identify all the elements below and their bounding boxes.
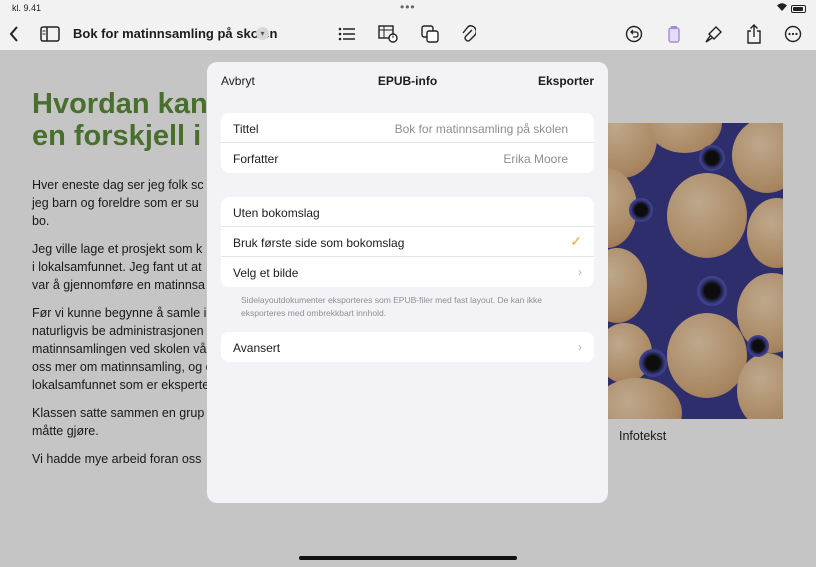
document-title[interactable]: Bok for matinnsamling på skolen [73,26,277,41]
chevron-down-icon[interactable]: ▾ [256,27,269,40]
checkmark-icon: ✓ [570,233,582,249]
toolbar: Bok for matinnsamling på skolen ▾ [0,18,816,50]
epub-info-dialog: Avbryt EPUB-info Eksporter Tittel Bok fo… [207,62,608,503]
color-icon[interactable] [662,22,686,46]
author-field[interactable]: Forfatter Erika Moore [221,143,594,173]
advanced-label: Avansert [233,341,281,355]
cover-options-group: Uten bokomslag Bruk første side som boko… [221,197,594,287]
author-input[interactable]: Erika Moore [503,152,568,166]
more-icon[interactable] [781,22,805,46]
battery-icon [791,5,806,13]
advanced-row[interactable]: Avansert › [221,332,594,362]
option-choose-image[interactable]: Velg et bilde › [221,257,594,287]
title-label: Tittel [233,122,259,136]
paperclip-icon[interactable] [457,22,481,46]
sidebar-icon[interactable] [38,22,62,46]
option-first-page-cover[interactable]: Bruk første side som bokomslag ✓ [221,227,594,257]
author-label: Forfatter [233,152,279,166]
option-label: Bruk første side som bokomslag [233,236,405,250]
status-time: kl. 9.41 [12,3,42,13]
paintbrush-icon[interactable] [702,22,726,46]
list-icon[interactable] [335,22,359,46]
export-button[interactable]: Eksporter [538,74,594,88]
shapes-icon[interactable] [418,22,442,46]
advanced-group: Avansert › [221,332,594,362]
undo-icon[interactable] [622,22,646,46]
chevron-right-icon: › [578,340,582,354]
status-bar: kl. 9.41 ••• [0,0,816,18]
option-label: Velg et bilde [233,266,299,280]
option-no-cover[interactable]: Uten bokomslag [221,197,594,227]
table-chart-icon[interactable] [376,22,400,46]
title-field[interactable]: Tittel Bok for matinnsamling på skolen [221,113,594,143]
wifi-icon [776,2,788,14]
chevron-left-icon[interactable] [2,22,26,46]
layout-footnote: Sidelayoutdokumenter eksporteres som EPU… [241,295,542,318]
option-label: Uten bokomslag [233,206,320,220]
home-indicator[interactable] [299,556,517,560]
title-input[interactable]: Bok for matinnsamling på skolen [395,122,568,136]
chevron-right-icon: › [578,265,582,279]
metadata-group: Tittel Bok for matinnsamling på skolen F… [221,113,594,173]
multitasking-dots-icon[interactable]: ••• [400,0,416,14]
share-icon[interactable] [742,22,766,46]
